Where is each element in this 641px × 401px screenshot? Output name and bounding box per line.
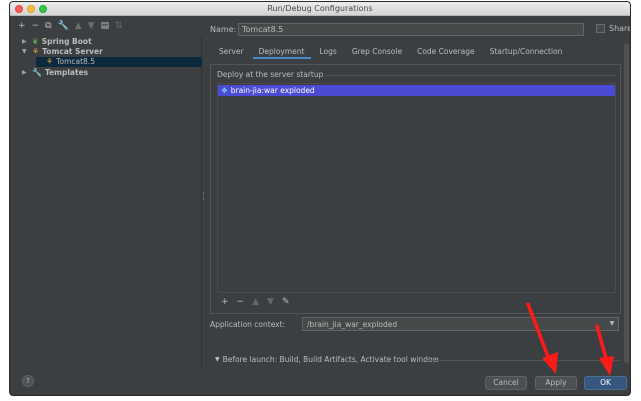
remove-icon[interactable]: − — [237, 297, 245, 307]
scrollbar[interactable] — [624, 43, 629, 363]
tree-node-label: Templates — [44, 68, 89, 77]
context-combobox[interactable]: /brain_jia_war_exploded ▼ — [302, 317, 619, 331]
name-label: Name: — [210, 25, 237, 34]
artifact-icon: ❖ — [221, 86, 228, 95]
tab-startup-connection[interactable]: Startup/Connection — [484, 45, 569, 59]
share-checkbox[interactable]: Share — [596, 24, 631, 33]
config-tabs: Server Deployment Logs Grep Console Code… — [213, 45, 571, 59]
tree-node-label: Tomcat Server — [42, 47, 103, 56]
tree-node-tomcat-server[interactable]: ▼ ⚘ Tomcat Server — [22, 47, 103, 57]
tab-server[interactable]: Server — [213, 45, 250, 59]
deploy-toolbar: + − ▲ ▼ ✎ — [221, 297, 289, 307]
ok-button[interactable]: OK — [584, 376, 627, 390]
before-launch-section[interactable]: ▼ Before launch: Build, Build Artifacts,… — [215, 355, 439, 364]
tree-node-templates[interactable]: ▶ 🔧 Templates — [22, 68, 88, 78]
tree-toolbar: + − ⧉ 🔧 ▲ ▼ ▤ ⇅ — [18, 20, 123, 32]
tab-deployment[interactable]: Deployment — [252, 45, 311, 59]
remove-config-icon[interactable]: − — [32, 21, 40, 31]
list-item[interactable]: ❖ brain-jia:war exploded — [218, 85, 615, 96]
deploy-item-label: brain-jia:war exploded — [230, 86, 315, 95]
deploy-list[interactable]: ❖ brain-jia:war exploded — [217, 83, 616, 293]
wrench-icon: 🔧 — [32, 68, 42, 77]
name-input[interactable]: Tomcat8.5 — [238, 23, 584, 36]
expand-arrow-icon[interactable]: ▶ — [22, 68, 29, 78]
tree-node-tomcat85[interactable]: ⚘ Tomcat8.5 — [36, 57, 202, 67]
context-value: /brain_jia_war_exploded — [307, 320, 398, 329]
tree-node-label: Tomcat8.5 — [56, 57, 95, 66]
before-launch-label: Before launch: Build, Build Artifacts, A… — [222, 355, 439, 364]
title-bar: Run/Debug Configurations — [10, 2, 630, 16]
config-tree: ▶ ❦ Spring Boot ▼ ⚘ Tomcat Server ⚘ Tomc… — [10, 36, 202, 369]
tab-logs[interactable]: Logs — [314, 45, 343, 59]
annotation-arrow-ok-icon — [595, 324, 614, 376]
copy-config-icon[interactable]: ⧉ — [45, 21, 51, 31]
apply-button[interactable]: Apply — [535, 376, 577, 390]
annotation-arrow-apply-icon — [526, 302, 558, 374]
context-label: Application context: — [210, 320, 286, 329]
edit-icon[interactable]: ✎ — [282, 297, 290, 307]
share-checkbox-box[interactable] — [596, 24, 605, 33]
sort-icon[interactable]: ⇅ — [115, 21, 123, 31]
tomcat-icon: ⚘ — [46, 57, 54, 66]
move-down-icon[interactable]: ▼ — [88, 21, 95, 31]
tomcat-icon: ⚘ — [32, 47, 40, 56]
tree-node-spring-boot[interactable]: ▶ ❦ Spring Boot — [22, 37, 92, 47]
cancel-button[interactable]: Cancel — [485, 376, 527, 390]
deploy-section-label: Deploy at the server startup — [217, 70, 327, 79]
folder-icon[interactable]: ▤ — [101, 21, 110, 31]
move-up-icon[interactable]: ▲ — [252, 297, 259, 307]
tab-grep-console[interactable]: Grep Console — [346, 45, 408, 59]
add-icon[interactable]: + — [221, 297, 229, 307]
spring-boot-icon: ❦ — [32, 37, 39, 46]
collapse-arrow-icon[interactable]: ▼ — [22, 47, 29, 57]
wrench-icon[interactable]: 🔧 — [58, 21, 69, 31]
collapse-arrow-icon[interactable]: ▼ — [215, 356, 220, 363]
tree-node-label: Spring Boot — [41, 37, 92, 46]
move-down-icon[interactable]: ▼ — [267, 297, 274, 307]
share-label: Share — [609, 24, 631, 33]
expand-arrow-icon[interactable]: ▶ — [22, 37, 29, 47]
config-tree-panel: + − ⧉ 🔧 ▲ ▼ ▤ ⇅ ▶ ❦ Spring Boot ▼ ⚘ Tomc… — [10, 17, 202, 369]
tab-code-coverage[interactable]: Code Coverage — [411, 45, 481, 59]
deployment-panel: Deploy at the server startup ❖ brain-jia… — [210, 64, 621, 314]
window-title: Run/Debug Configurations — [267, 4, 373, 13]
add-config-icon[interactable]: + — [18, 21, 26, 31]
move-up-icon[interactable]: ▲ — [75, 21, 82, 31]
divider — [311, 75, 616, 76]
